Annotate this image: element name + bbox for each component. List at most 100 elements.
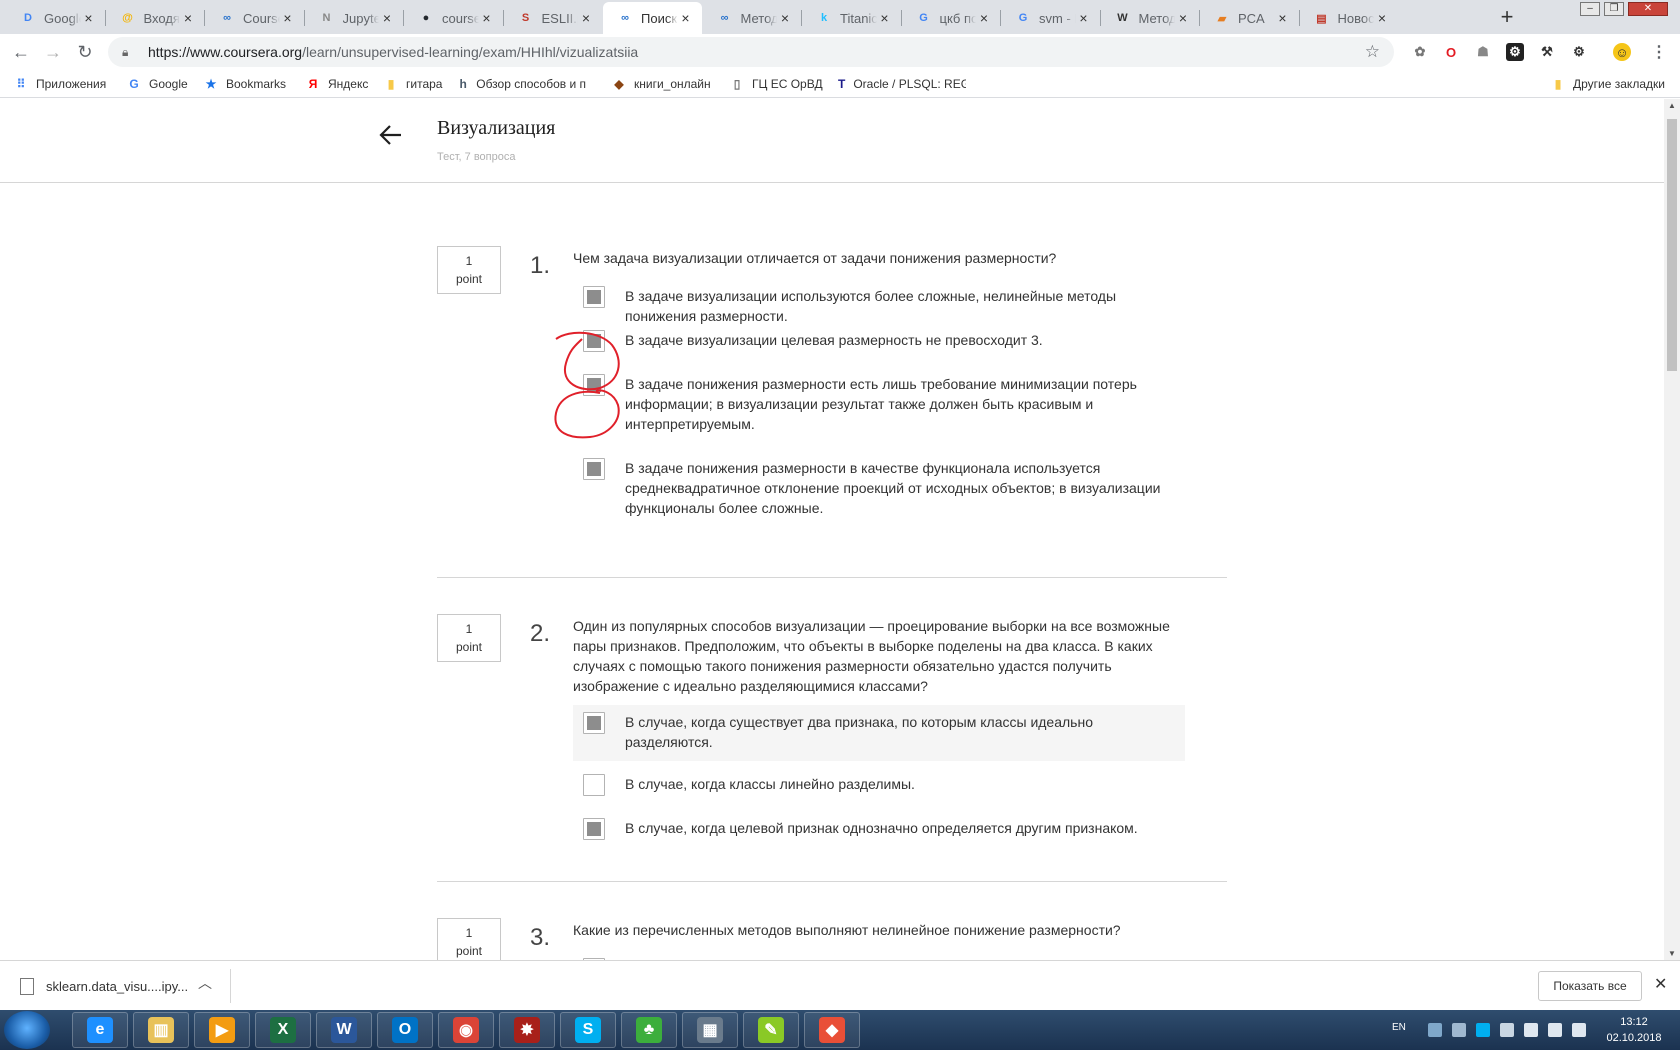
- off-extension-icon[interactable]: ⚙: [1570, 43, 1588, 61]
- answer-checkbox[interactable]: [583, 458, 605, 480]
- paw-extension-icon[interactable]: ✿: [1411, 43, 1429, 61]
- chevron-up-icon[interactable]: ︿: [198, 973, 212, 993]
- language-indicator[interactable]: EN: [1392, 1022, 1406, 1033]
- tab-close-icon[interactable]: ×: [379, 10, 395, 26]
- browser-tab[interactable]: ∞ Поиск по×: [603, 2, 702, 34]
- taskbar-app-button[interactable]: e: [72, 1012, 128, 1048]
- answer-option[interactable]: В задаче понижения размерности в качеств…: [573, 458, 1185, 526]
- tab-close-icon[interactable]: ×: [777, 10, 793, 26]
- bookmark-item[interactable]: ★ Bookmarks: [204, 75, 286, 93]
- close-downloads-icon[interactable]: ✕: [1654, 974, 1667, 994]
- browser-tab[interactable]: ▤ Новост×: [1300, 2, 1399, 34]
- browser-tab[interactable]: ∞ Метод главных×: [703, 2, 802, 34]
- forward-button[interactable]: →: [41, 40, 65, 64]
- show-all-downloads-button[interactable]: Показать все: [1538, 971, 1642, 1001]
- browser-tab[interactable]: S ESLII.pdf×: [504, 2, 603, 34]
- browser-tab[interactable]: @ Входящие×: [106, 2, 205, 34]
- answer-checkbox[interactable]: [583, 330, 605, 352]
- scroll-up-arrow-icon[interactable]: ▲: [1664, 101, 1680, 110]
- taskbar-app-button[interactable]: ♣: [621, 1012, 677, 1048]
- answer-checkbox[interactable]: [583, 818, 605, 840]
- answer-checkbox[interactable]: [583, 374, 605, 396]
- tray-flag-icon[interactable]: [1524, 1023, 1538, 1037]
- tab-close-icon[interactable]: ×: [180, 10, 196, 26]
- scroll-down-arrow-icon[interactable]: ▼: [1664, 949, 1680, 958]
- taskbar-app-button[interactable]: S: [560, 1012, 616, 1048]
- clock[interactable]: 13:12 02.10.2018: [1594, 1014, 1674, 1046]
- ghostery-extension-icon[interactable]: ☗: [1474, 43, 1492, 61]
- back-arrow-icon[interactable]: [375, 119, 407, 151]
- browser-tab[interactable]: ▰ PCA ×: [1200, 2, 1299, 34]
- tab-close-icon[interactable]: ×: [280, 10, 296, 26]
- browser-tab[interactable]: ∞ Coursera×: [205, 2, 304, 34]
- minimize-button[interactable]: –: [1580, 2, 1600, 16]
- tab-close-icon[interactable]: ×: [81, 10, 97, 26]
- window-close-button[interactable]: ✕: [1628, 2, 1668, 16]
- answer-option-highlighted[interactable]: В случае, когда существует два признака,…: [573, 705, 1185, 761]
- browser-tab[interactable]: W Метод ×: [1101, 2, 1200, 34]
- back-button[interactable]: ←: [9, 40, 33, 64]
- answer-checkbox[interactable]: [583, 286, 605, 308]
- tray-app-icon[interactable]: [1452, 1023, 1466, 1037]
- bookmark-item[interactable]: ▯ ГЦ ЕС ОрВД: [730, 75, 823, 93]
- browser-tab[interactable]: k Titanic ×: [802, 2, 901, 34]
- browser-tab[interactable]: N Jupyter×: [305, 2, 404, 34]
- reload-button[interactable]: ↻: [73, 40, 97, 64]
- answer-checkbox[interactable]: [583, 774, 605, 796]
- taskbar-app-button[interactable]: O: [377, 1012, 433, 1048]
- tray-skype-icon[interactable]: [1476, 1023, 1490, 1037]
- page-scrollbar[interactable]: ▲ ▼: [1664, 99, 1680, 960]
- scrollbar-thumb[interactable]: [1667, 119, 1677, 371]
- bookmark-star-icon[interactable]: ☆: [1365, 42, 1380, 62]
- tab-close-icon[interactable]: ×: [1175, 10, 1191, 26]
- taskbar-app-button[interactable]: ▦: [682, 1012, 738, 1048]
- answer-option[interactable]: В случае, когда целевой признак однознач…: [573, 818, 1185, 848]
- tray-network-icon[interactable]: [1428, 1023, 1442, 1037]
- restore-button[interactable]: ❐: [1604, 2, 1624, 16]
- bookmark-item[interactable]: ⠿ Приложения: [14, 75, 107, 93]
- bookmark-item[interactable]: ▮ гитара: [384, 75, 443, 93]
- answer-option[interactable]: В случае, когда классы линейно разделимы…: [573, 774, 1185, 804]
- taskbar-app-button[interactable]: ✸: [499, 1012, 555, 1048]
- tray-chrome-icon[interactable]: [1500, 1023, 1514, 1037]
- taskbar-app-button[interactable]: W: [316, 1012, 372, 1048]
- bookmark-item[interactable]: Я Яндекс: [306, 75, 369, 93]
- taskbar-app-button[interactable]: ✎: [743, 1012, 799, 1048]
- other-bookmarks[interactable]: ▮ Другие закладки: [1551, 75, 1665, 93]
- opera-extension-icon[interactable]: O: [1442, 43, 1460, 61]
- taskbar-app-button[interactable]: X: [255, 1012, 311, 1048]
- tab-close-icon[interactable]: ×: [678, 10, 694, 26]
- start-button[interactable]: [4, 1011, 50, 1049]
- download-item[interactable]: sklearn.data_visu....ipy...: [20, 971, 188, 1001]
- tab-close-icon[interactable]: ×: [1275, 10, 1291, 26]
- tab-close-icon[interactable]: ×: [479, 10, 495, 26]
- tab-close-icon[interactable]: ×: [1374, 10, 1390, 26]
- browser-tab[interactable]: Gsvm - П×: [1001, 2, 1100, 34]
- bookmark-item[interactable]: ◆ книги_онлайн: [612, 75, 710, 93]
- browser-tab[interactable]: D Google×: [6, 2, 105, 34]
- answer-checkbox[interactable]: [583, 712, 605, 734]
- answer-option[interactable]: В задаче визуализации используются более…: [573, 286, 1185, 330]
- ai-extension-icon[interactable]: ⚙: [1506, 43, 1524, 61]
- tab-close-icon[interactable]: ×: [1076, 10, 1092, 26]
- bookmark-item[interactable]: G Google: [127, 75, 187, 93]
- taskbar-app-button[interactable]: ▶: [194, 1012, 250, 1048]
- profile-avatar-icon[interactable]: ☺: [1613, 43, 1631, 61]
- tools-extension-icon[interactable]: ⚒: [1538, 43, 1556, 61]
- bookmark-item[interactable]: h Обзор способов и п: [458, 75, 586, 93]
- answer-option[interactable]: В задаче визуализации целевая размерност…: [573, 330, 1185, 370]
- browser-tab[interactable]: Gцкб пол×: [902, 2, 1001, 34]
- taskbar-app-button[interactable]: ◉: [438, 1012, 494, 1048]
- taskbar-app-button[interactable]: ◆: [804, 1012, 860, 1048]
- tab-close-icon[interactable]: ×: [976, 10, 992, 26]
- tray-monitor-icon[interactable]: [1572, 1023, 1586, 1037]
- address-bar[interactable]: 🔒︎ https://www.coursera.org/learn/unsupe…: [108, 37, 1394, 67]
- bookmark-item[interactable]: T Oracle / PLSQL: REGE: [838, 75, 966, 93]
- tab-close-icon[interactable]: ×: [578, 10, 594, 26]
- menu-kebab-icon[interactable]: ⋮: [1650, 43, 1668, 61]
- tab-close-icon[interactable]: ×: [877, 10, 893, 26]
- taskbar-app-button[interactable]: ▥: [133, 1012, 189, 1048]
- answer-option[interactable]: В задаче понижения размерности есть лишь…: [573, 374, 1185, 442]
- browser-tab[interactable]: ● coursera×: [404, 2, 503, 34]
- tray-volume-icon[interactable]: [1548, 1023, 1562, 1037]
